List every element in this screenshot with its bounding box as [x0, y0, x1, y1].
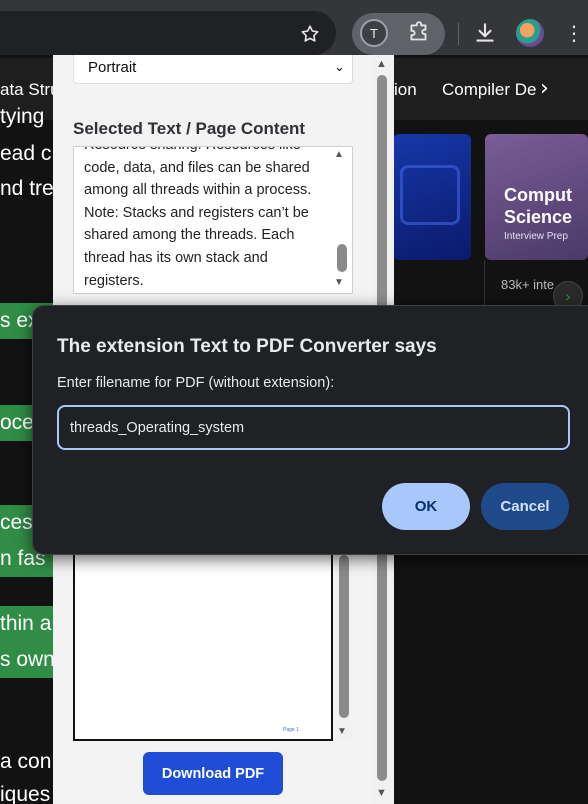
- course-card-title: Comput Science: [504, 185, 573, 227]
- orientation-value: Portrait: [88, 59, 137, 76]
- content-section-label: Selected Text / Page Content: [73, 119, 306, 138]
- filename-input[interactable]: [57, 405, 570, 450]
- cancel-button[interactable]: Cancel: [481, 483, 569, 530]
- scroll-down-icon[interactable]: ▼: [334, 277, 344, 288]
- content-textarea[interactable]: Resource sharing: Resources like code, d…: [73, 146, 353, 294]
- nav-item-compiler-design[interactable]: Compiler De: [442, 80, 536, 100]
- nav-item-partial[interactable]: ion: [394, 80, 417, 100]
- dialog-message: Enter filename for PDF (without extensio…: [57, 375, 335, 391]
- preview-page-number: Page 1: [283, 727, 299, 733]
- more-vert-icon[interactable]: ⋮: [564, 18, 584, 48]
- extension-badge-label: T: [370, 25, 378, 41]
- textarea-scrollbar-thumb[interactable]: [337, 244, 347, 272]
- course-card-image: [400, 165, 460, 225]
- scroll-up-icon[interactable]: ▲: [334, 149, 344, 160]
- content-text: Resource sharing: Resources like code, d…: [84, 147, 312, 289]
- profile-avatar[interactable]: [516, 19, 544, 47]
- star-icon[interactable]: [296, 20, 324, 48]
- article-text: a con: [0, 750, 52, 773]
- download-pdf-button[interactable]: Download PDF: [143, 752, 283, 795]
- article-text: nd tre: [0, 177, 54, 200]
- chevron-down-icon: ⌄: [334, 60, 345, 75]
- toolbar-divider: [458, 23, 459, 45]
- article-text: tying: [0, 105, 45, 128]
- dialog-title: The extension Text to PDF Converter says: [57, 336, 437, 357]
- article-text: iques: [0, 783, 51, 804]
- orientation-select[interactable]: Portrait: [73, 55, 353, 84]
- scroll-up-icon[interactable]: ▲: [376, 58, 387, 70]
- address-bar[interactable]: [0, 11, 336, 55]
- download-icon[interactable]: [470, 18, 500, 48]
- highlighted-text: s own: [0, 642, 56, 678]
- nav-item-data-structures[interactable]: ata Stru: [0, 80, 60, 100]
- course-card-subtitle: Interview Prep: [504, 231, 568, 242]
- preview-scrollbar-thumb[interactable]: [339, 555, 349, 718]
- article-text: ead c: [0, 142, 52, 165]
- extension-icon[interactable]: T: [360, 19, 388, 47]
- puzzle-icon[interactable]: [404, 18, 434, 48]
- ok-button[interactable]: OK: [382, 483, 470, 530]
- pdf-preview: [73, 555, 333, 741]
- scroll-down-icon[interactable]: ▼: [376, 787, 387, 799]
- chevron-right-icon[interactable]: ›: [540, 76, 549, 101]
- card-divider: [484, 260, 485, 306]
- scroll-down-icon[interactable]: ▼: [337, 726, 347, 737]
- course-card-meta: 83k+ inte: [501, 277, 555, 292]
- highlighted-text: thin a: [0, 606, 56, 642]
